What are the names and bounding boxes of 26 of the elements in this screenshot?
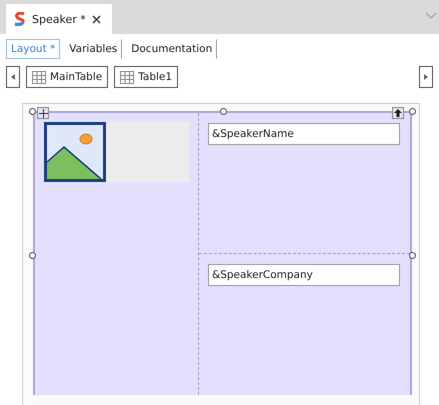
breadcrumb-label: Table1 bbox=[138, 71, 172, 83]
editor-tab[interactable]: Variables bbox=[64, 39, 122, 59]
resize-handle[interactable] bbox=[409, 108, 416, 115]
variable-field[interactable]: &SpeakerName bbox=[208, 123, 400, 145]
move-handle-icon[interactable] bbox=[37, 107, 49, 119]
breadcrumb-button[interactable]: MainTable bbox=[26, 66, 108, 88]
left-triangle-icon bbox=[11, 74, 15, 80]
scroll-right-button[interactable] bbox=[419, 66, 433, 88]
resize-handle[interactable] bbox=[29, 252, 36, 259]
resize-handle[interactable] bbox=[409, 252, 416, 259]
resize-handle[interactable] bbox=[220, 108, 227, 115]
table-icon bbox=[32, 70, 46, 84]
variable-field[interactable]: &SpeakerCompany bbox=[208, 264, 400, 286]
scroll-left-button[interactable] bbox=[6, 66, 20, 88]
logo-icon bbox=[14, 12, 26, 26]
breadcrumb-label: MainTable bbox=[50, 71, 102, 83]
document-tab-title: Speaker * bbox=[32, 12, 86, 26]
close-icon[interactable] bbox=[92, 14, 101, 24]
editor-tab[interactable]: Documentation bbox=[126, 39, 218, 59]
editor-tab[interactable]: Layout * bbox=[6, 39, 60, 59]
right-triangle-icon bbox=[424, 74, 428, 80]
document-tab[interactable]: Speaker * bbox=[6, 4, 112, 34]
table-icon bbox=[120, 70, 134, 84]
resize-handle[interactable] bbox=[29, 108, 36, 115]
breadcrumb-button[interactable]: Table1 bbox=[114, 66, 178, 88]
up-arrow-icon[interactable] bbox=[392, 107, 404, 119]
